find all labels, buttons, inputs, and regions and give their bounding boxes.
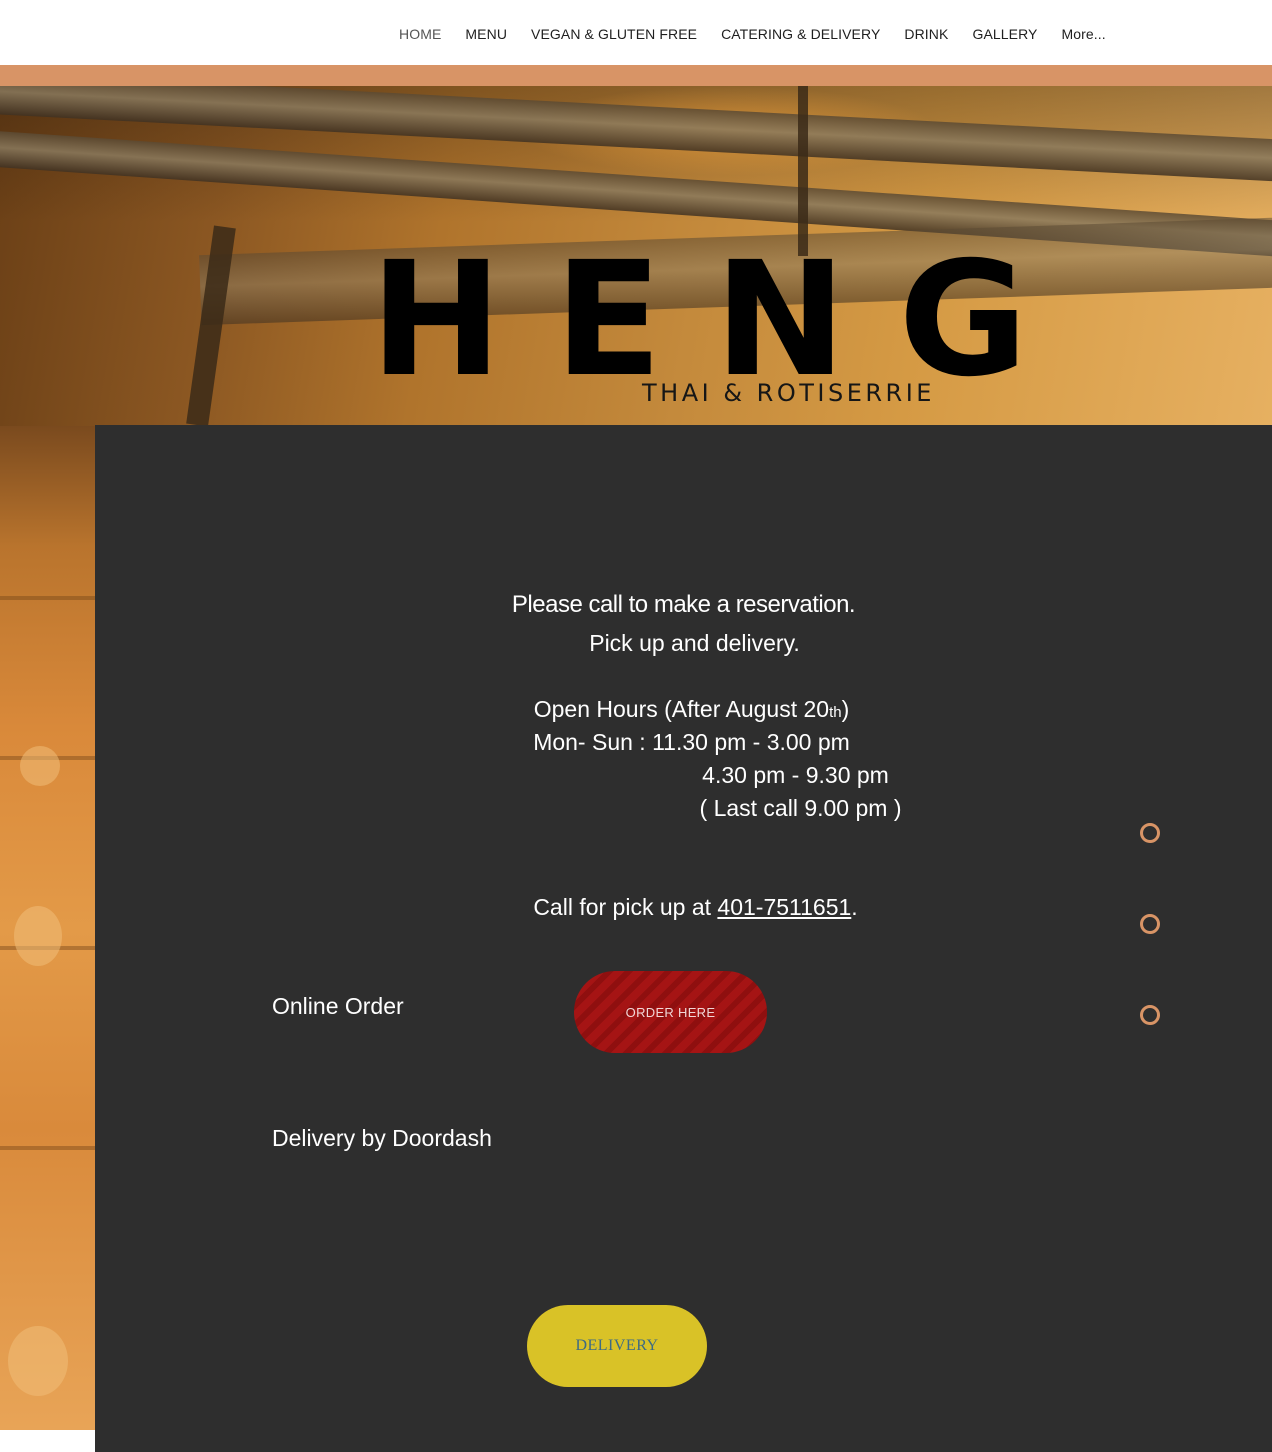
footer-strip	[0, 1430, 95, 1452]
hours-title-text: Open Hours (After August 20	[533, 696, 830, 722]
nav-item-vegan-gluten-free[interactable]: VEGAN & GLUTEN FREE	[519, 26, 709, 42]
call-suffix: .	[851, 894, 858, 920]
brick-line	[0, 596, 95, 600]
accent-strip	[0, 65, 1272, 86]
nav-item-drink[interactable]: DRINK	[892, 26, 960, 42]
delivery-label: Delivery by Doordash	[272, 1125, 492, 1151]
top-navigation: HOME MENU VEGAN & GLUTEN FREE CATERING &…	[0, 0, 1272, 65]
hours-line-3: ( Last call 9.00 pm )	[699, 795, 902, 821]
brick-highlight	[8, 1326, 68, 1396]
brand-name: HENG	[370, 228, 1081, 412]
brick-highlight	[20, 746, 60, 786]
section-nav-dot-1[interactable]	[1140, 823, 1160, 843]
nav-item-more[interactable]: More...	[1050, 26, 1118, 42]
online-order-label: Online Order	[272, 993, 404, 1019]
nav-item-menu[interactable]: MENU	[453, 26, 519, 42]
nav-menu: HOME MENU VEGAN & GLUTEN FREE CATERING &…	[387, 0, 1118, 68]
brand-logo: HENG THAI & ROTISERRIE	[370, 240, 1028, 410]
info-panel: Please call to make a reservation. Pick …	[95, 425, 1272, 1452]
order-here-button[interactable]: ORDER HERE	[574, 971, 767, 1053]
section-nav-dot-3[interactable]	[1140, 1005, 1160, 1025]
brand-tagline: THAI & ROTISERRIE	[642, 379, 935, 407]
nav-item-gallery[interactable]: GALLERY	[960, 26, 1049, 42]
hours-line-2: 4.30 pm - 9.30 pm	[702, 762, 889, 788]
brick-highlight	[14, 906, 62, 966]
hours-title-close: )	[841, 696, 850, 722]
hero-post	[186, 225, 236, 426]
delivery-button[interactable]: DELIVERY	[527, 1305, 707, 1387]
side-background-image	[0, 426, 95, 1430]
call-prefix: Call for pick up at	[533, 894, 718, 920]
section-nav-dot-2[interactable]	[1140, 914, 1160, 934]
pickup-text: Pick up and delivery.	[589, 630, 800, 656]
hours-line-1: Mon- Sun : 11.30 pm - 3.00 pm	[533, 729, 850, 755]
hours-title: Open Hours (After August 20th)	[103, 696, 1272, 723]
reservation-text: Please call to make a reservation.	[511, 591, 856, 618]
nav-item-catering-delivery[interactable]: CATERING & DELIVERY	[709, 26, 892, 42]
brick-line	[0, 1146, 95, 1150]
hours-title-ordinal: th	[829, 704, 842, 721]
call-text: Call for pick up at 401-7511651.	[107, 894, 1272, 921]
phone-link[interactable]: 401-7511651	[717, 894, 851, 920]
nav-item-home[interactable]: HOME	[387, 26, 453, 42]
